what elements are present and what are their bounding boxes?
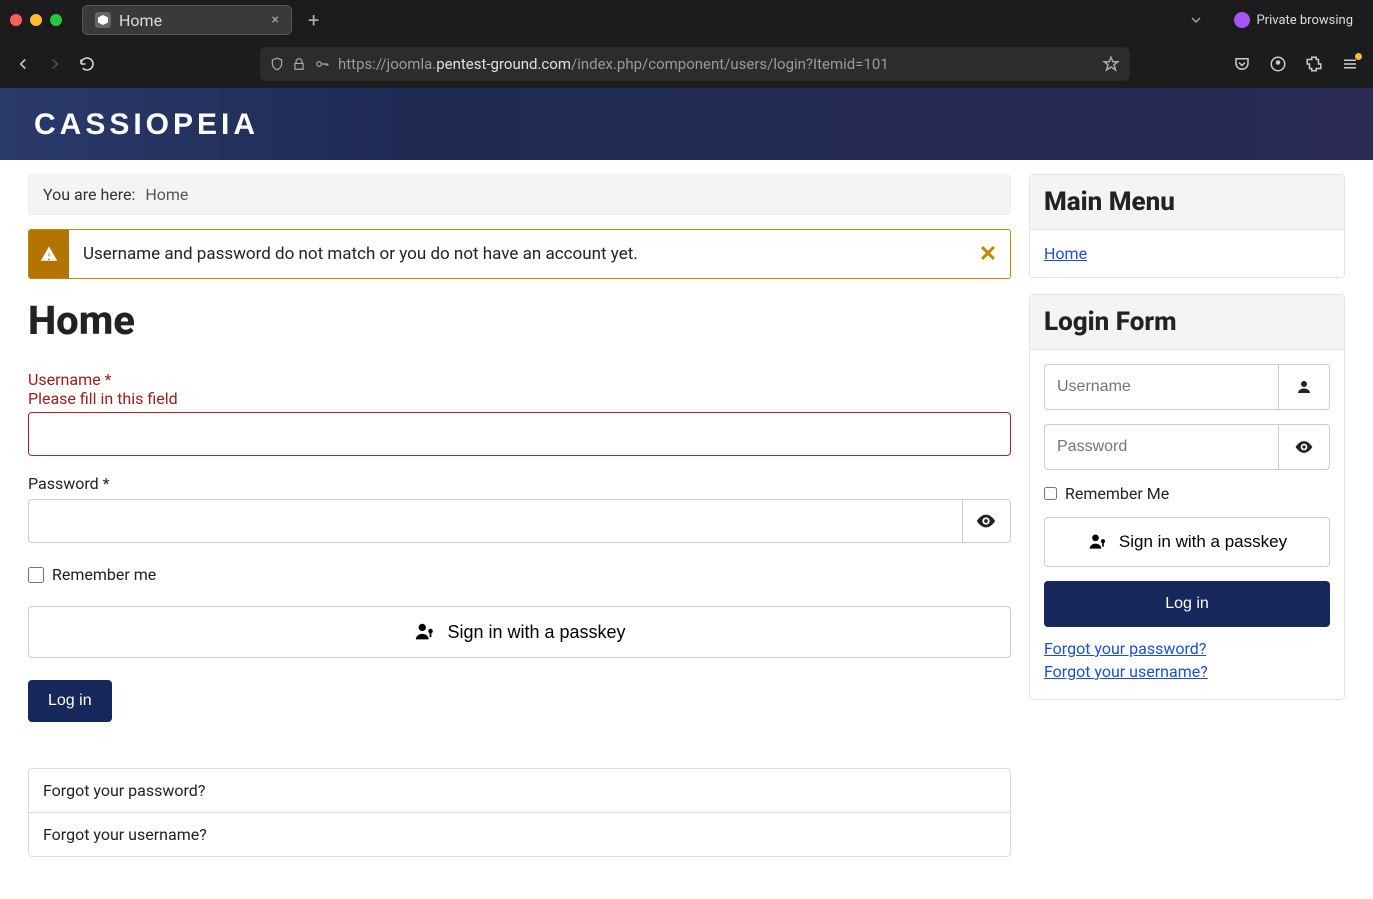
side-recovery-links: Forgot your password? Forgot your userna…: [1044, 639, 1330, 681]
tablist-dropdown-icon[interactable]: [1188, 12, 1204, 28]
window-controls: [10, 14, 62, 26]
side-forgot-password-link[interactable]: Forgot your password?: [1044, 639, 1330, 658]
maximize-window-button[interactable]: [50, 14, 62, 26]
menu-icon[interactable]: [1341, 55, 1359, 73]
url-bar[interactable]: https://joomla.pentest-ground.com/index.…: [260, 47, 1130, 81]
passkey-button[interactable]: Sign in with a passkey: [28, 606, 1011, 658]
url-text: https://joomla.pentest-ground.com/index.…: [338, 55, 889, 73]
page-body: You are here: Home Username and password…: [0, 160, 1373, 897]
password-label: Password *: [28, 474, 1011, 493]
warning-icon: [29, 230, 69, 278]
account-icon[interactable]: [1269, 55, 1287, 73]
username-input[interactable]: [28, 412, 1011, 456]
private-browsing-badge: Private browsing: [1234, 12, 1353, 28]
close-tab-button[interactable]: ×: [272, 12, 279, 28]
breadcrumb: You are here: Home: [28, 174, 1011, 215]
bookmark-star-icon[interactable]: [1102, 55, 1120, 73]
alert-close-button[interactable]: ✕: [966, 230, 1010, 278]
joomla-favicon: [95, 12, 111, 28]
back-button[interactable]: [14, 55, 32, 73]
pocket-icon[interactable]: [1233, 55, 1251, 73]
breadcrumb-current[interactable]: Home: [145, 185, 188, 204]
forgot-username-link[interactable]: Forgot your username?: [29, 812, 1010, 856]
alert-message: Username and password do not match or yo…: [69, 230, 966, 278]
side-remember-label: Remember Me: [1065, 484, 1169, 503]
username-label: Username *: [28, 370, 1011, 389]
brand-logo[interactable]: CASSIOPEIA: [34, 108, 1339, 142]
username-hint: Please fill in this field: [28, 389, 1011, 408]
key-icon: [314, 57, 330, 71]
passkey-icon: [413, 621, 437, 643]
browser-chrome: Home × + Private browsing: [0, 0, 1373, 88]
toolbar-right-icons: [1233, 55, 1359, 73]
side-username-icon: [1278, 364, 1330, 410]
side-remember-checkbox[interactable]: [1044, 487, 1057, 500]
browser-toolbar: https://joomla.pentest-ground.com/index.…: [0, 40, 1373, 88]
passkey-icon: [1087, 532, 1109, 552]
side-login-button[interactable]: Log in: [1044, 581, 1330, 627]
warning-alert: Username and password do not match or yo…: [28, 229, 1011, 279]
side-show-password-button[interactable]: [1278, 424, 1330, 470]
side-forgot-username-link[interactable]: Forgot your username?: [1044, 662, 1330, 681]
remember-me-row[interactable]: Remember me: [28, 565, 1011, 584]
side-username-input[interactable]: [1044, 364, 1278, 410]
side-passkey-button[interactable]: Sign in with a passkey: [1044, 517, 1330, 567]
passkey-label: Sign in with a passkey: [447, 622, 625, 643]
side-password-input[interactable]: [1044, 424, 1278, 470]
login-form-module: Login Form: [1029, 294, 1345, 700]
login-button[interactable]: Log in: [28, 680, 112, 722]
forgot-password-link[interactable]: Forgot your password?: [29, 769, 1010, 812]
main-menu-home-link[interactable]: Home: [1044, 244, 1087, 263]
side-passkey-label: Sign in with a passkey: [1119, 532, 1287, 552]
tab-bar: Home × + Private browsing: [0, 0, 1373, 40]
extensions-icon[interactable]: [1305, 55, 1323, 73]
main-menu-module: Main Menu Home: [1029, 174, 1345, 278]
side-remember-row[interactable]: Remember Me: [1044, 484, 1330, 503]
side-username-group: [1044, 364, 1330, 410]
main-menu-title: Main Menu: [1030, 175, 1344, 230]
sidebar: Main Menu Home Login Form: [1029, 174, 1345, 716]
mask-icon: [1234, 12, 1250, 28]
remember-me-label: Remember me: [52, 565, 156, 584]
new-tab-button[interactable]: +: [302, 8, 325, 32]
forward-button[interactable]: [46, 55, 64, 73]
recovery-links: Forgot your password? Forgot your userna…: [28, 768, 1011, 857]
eye-icon: [975, 510, 997, 532]
lock-icon: [292, 57, 306, 71]
private-label: Private browsing: [1256, 13, 1353, 28]
minimize-window-button[interactable]: [30, 14, 42, 26]
remember-me-checkbox[interactable]: [28, 567, 44, 583]
tab-title: Home: [119, 11, 162, 30]
user-icon: [1295, 378, 1313, 396]
login-form-title: Login Form: [1030, 295, 1344, 350]
side-password-group: [1044, 424, 1330, 470]
site-header: CASSIOPEIA: [0, 88, 1373, 160]
password-input[interactable]: [28, 499, 962, 543]
shield-icon: [270, 57, 284, 71]
browser-tab[interactable]: Home ×: [82, 5, 292, 35]
main-column: You are here: Home Username and password…: [28, 174, 1011, 857]
eye-icon: [1294, 437, 1314, 457]
reload-button[interactable]: [78, 55, 96, 73]
breadcrumb-prefix: You are here:: [43, 185, 135, 204]
password-group: [28, 499, 1011, 543]
page-title: Home: [28, 297, 1011, 344]
show-password-button[interactable]: [962, 499, 1011, 543]
close-window-button[interactable]: [10, 14, 22, 26]
